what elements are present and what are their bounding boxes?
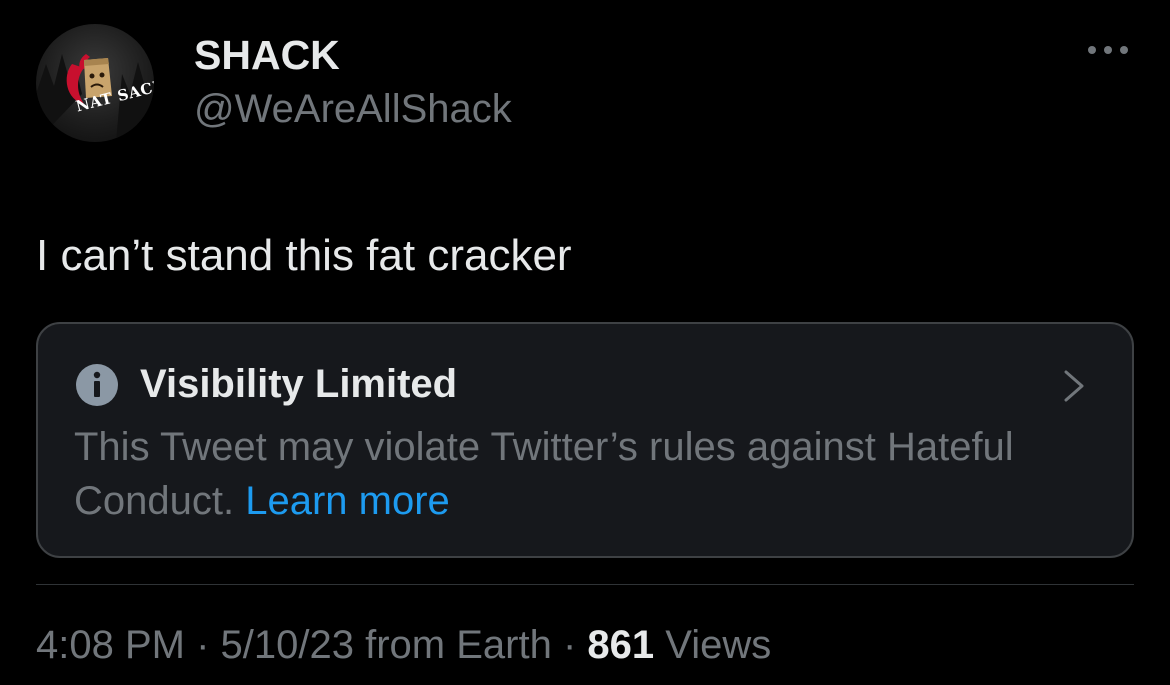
views-label: Views — [654, 623, 772, 667]
meta-separator: · — [184, 623, 221, 667]
avatar[interactable]: NAT SACK — [36, 24, 154, 142]
more-horizontal-icon[interactable] — [1086, 40, 1130, 60]
tweet: NAT SACK SHACK @WeAreAllShack I can’t st… — [0, 0, 1170, 685]
views-count[interactable]: 861 — [587, 623, 654, 667]
tweet-time[interactable]: 4:08 PM — [36, 623, 185, 667]
chevron-right-icon[interactable] — [1062, 368, 1086, 404]
divider — [36, 584, 1134, 585]
notice-body: This Tweet may violate Twitter’s rules a… — [74, 420, 1054, 528]
tweet-meta: 4:08 PM · 5/10/23 from Earth · 861 Views — [36, 620, 771, 670]
learn-more-link[interactable]: Learn more — [245, 479, 450, 523]
notice-title: Visibility Limited — [140, 362, 458, 406]
info-icon — [76, 364, 118, 406]
tweet-text: I can’t stand this fat cracker — [36, 231, 572, 280]
author-handle[interactable]: @WeAreAllShack — [194, 86, 512, 132]
visibility-notice[interactable]: Visibility Limited This Tweet may violat… — [36, 322, 1134, 558]
meta-separator: · — [551, 623, 588, 667]
notice-body-text: This Tweet may violate Twitter’s rules a… — [74, 425, 1014, 523]
tweet-source: from Earth — [353, 623, 552, 667]
author-display-name[interactable]: SHACK — [194, 32, 340, 78]
tweet-date[interactable]: 5/10/23 — [221, 623, 354, 667]
